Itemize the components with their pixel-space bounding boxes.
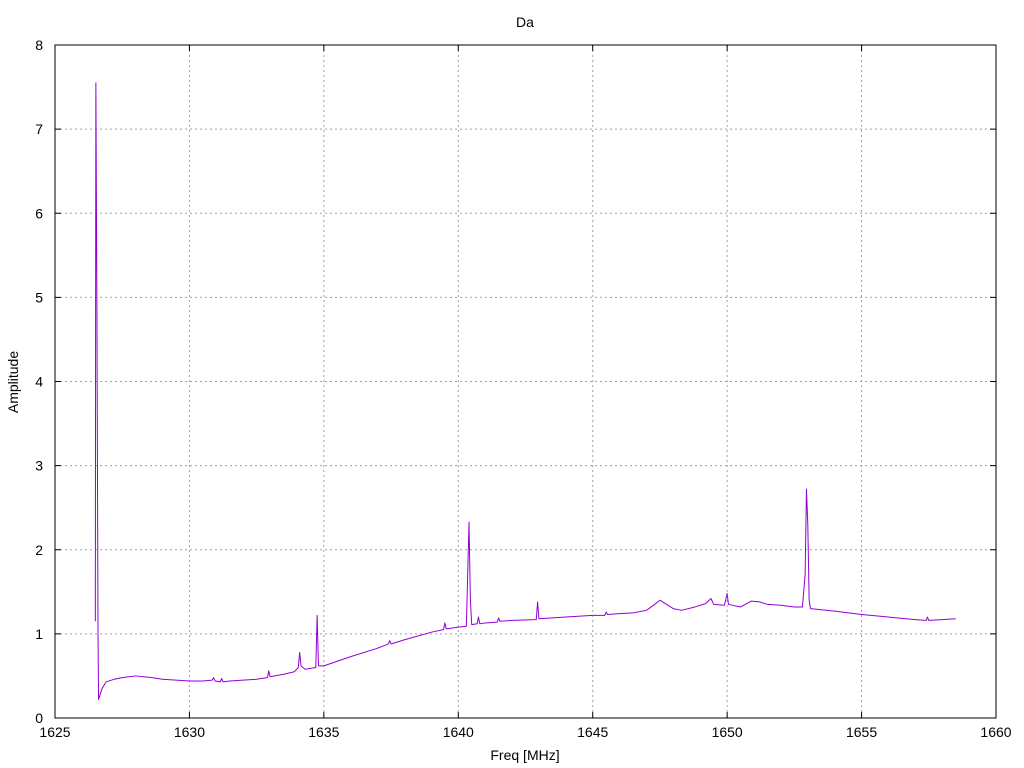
x-tick-label: 1640: [443, 724, 474, 740]
y-tick-label: 5: [35, 289, 43, 305]
y-axis-title: Amplitude: [5, 351, 21, 413]
y-tick-label: 1: [35, 626, 43, 642]
x-tick-label: 1625: [39, 724, 70, 740]
x-tick-label: 1660: [980, 724, 1011, 740]
x-tick-label: 1635: [308, 724, 339, 740]
x-tick-label: 1650: [712, 724, 743, 740]
series-layer: [94, 82, 956, 700]
y-tick-label: 7: [35, 121, 43, 137]
x-axis-title: Freq [MHz]: [490, 747, 559, 763]
grid-layer: [55, 45, 996, 718]
labels-layer: 1625 1630 1635 1640 1645 1650 1655 1660 0 1 2 3 4 5 6 7…: [35, 37, 1012, 740]
x-tick-label: 1655: [846, 724, 877, 740]
chart-title: Da: [516, 14, 534, 30]
x-tick-label: 1630: [174, 724, 205, 740]
y-tick-label: 8: [35, 37, 43, 53]
y-tick-label: 2: [35, 542, 43, 558]
chart: 1625 1630 1635 1640 1645 1650 1655 1660 0 1 2 3 4 5 6 7…: [5, 14, 1012, 763]
y-tick-label: 3: [35, 458, 43, 474]
y-tick-label: 6: [35, 205, 43, 221]
y-tick-label: 0: [35, 710, 43, 726]
y-tick-label: 4: [35, 374, 43, 390]
series-line: [94, 82, 956, 700]
x-tick-label: 1645: [577, 724, 608, 740]
